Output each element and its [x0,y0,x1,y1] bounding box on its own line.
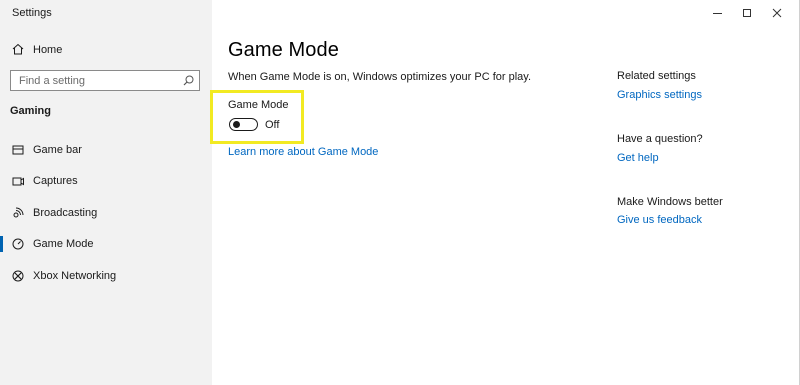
page-title: Game Mode [228,39,339,61]
game-mode-setting-label: Game Mode [228,99,289,111]
give-feedback-link[interactable]: Give us feedback [617,214,702,226]
sidebar-item-label: Game bar [33,144,82,156]
sidebar-item-label: Captures [33,175,78,187]
settings-window: Home Gaming Game bar Captures [0,0,800,385]
sidebar-item-label: Xbox Networking [33,270,117,282]
home-label: Home [33,44,63,56]
search-box[interactable] [10,70,200,91]
game-mode-toggle[interactable] [229,118,258,131]
captures-icon [12,177,24,186]
sidebar-item-label: Game Mode [33,238,94,250]
home-nav-item[interactable]: Home [0,38,212,62]
graphics-settings-link[interactable]: Graphics settings [617,89,702,101]
xbox-icon [12,270,24,282]
active-indicator [0,236,3,252]
search-input[interactable] [11,71,179,90]
learn-more-link[interactable]: Learn more about Game Mode [228,146,378,158]
section-title: Gaming [10,105,51,117]
sidebar-item-label: Broadcasting [33,207,98,219]
search-icon[interactable] [183,75,194,86]
sidebar-item-xbox-networking[interactable]: Xbox Networking [0,263,212,289]
question-heading: Have a question? [617,133,703,145]
broadcasting-icon [13,207,24,218]
toggle-state-text: Off [265,119,280,131]
sidebar-item-game-mode[interactable]: Game Mode [0,231,212,257]
toggle-knob [232,120,240,128]
home-icon [12,43,24,55]
game-bar-icon [12,145,24,155]
sidebar: Home Gaming Game bar Captures [0,0,212,385]
sidebar-item-captures[interactable]: Captures [0,168,212,194]
get-help-link[interactable]: Get help [617,152,659,164]
game-mode-icon [12,238,24,250]
page-description: When Game Mode is on, Windows optimizes … [228,71,532,83]
sidebar-item-broadcasting[interactable]: Broadcasting [0,200,212,226]
main-content: Game Mode When Game Mode is on, Windows … [210,0,800,385]
make-windows-better-heading: Make Windows better [617,196,723,208]
sidebar-item-game-bar[interactable]: Game bar [0,137,212,163]
window-title: Settings [12,7,52,19]
related-settings-heading: Related settings [617,70,696,82]
